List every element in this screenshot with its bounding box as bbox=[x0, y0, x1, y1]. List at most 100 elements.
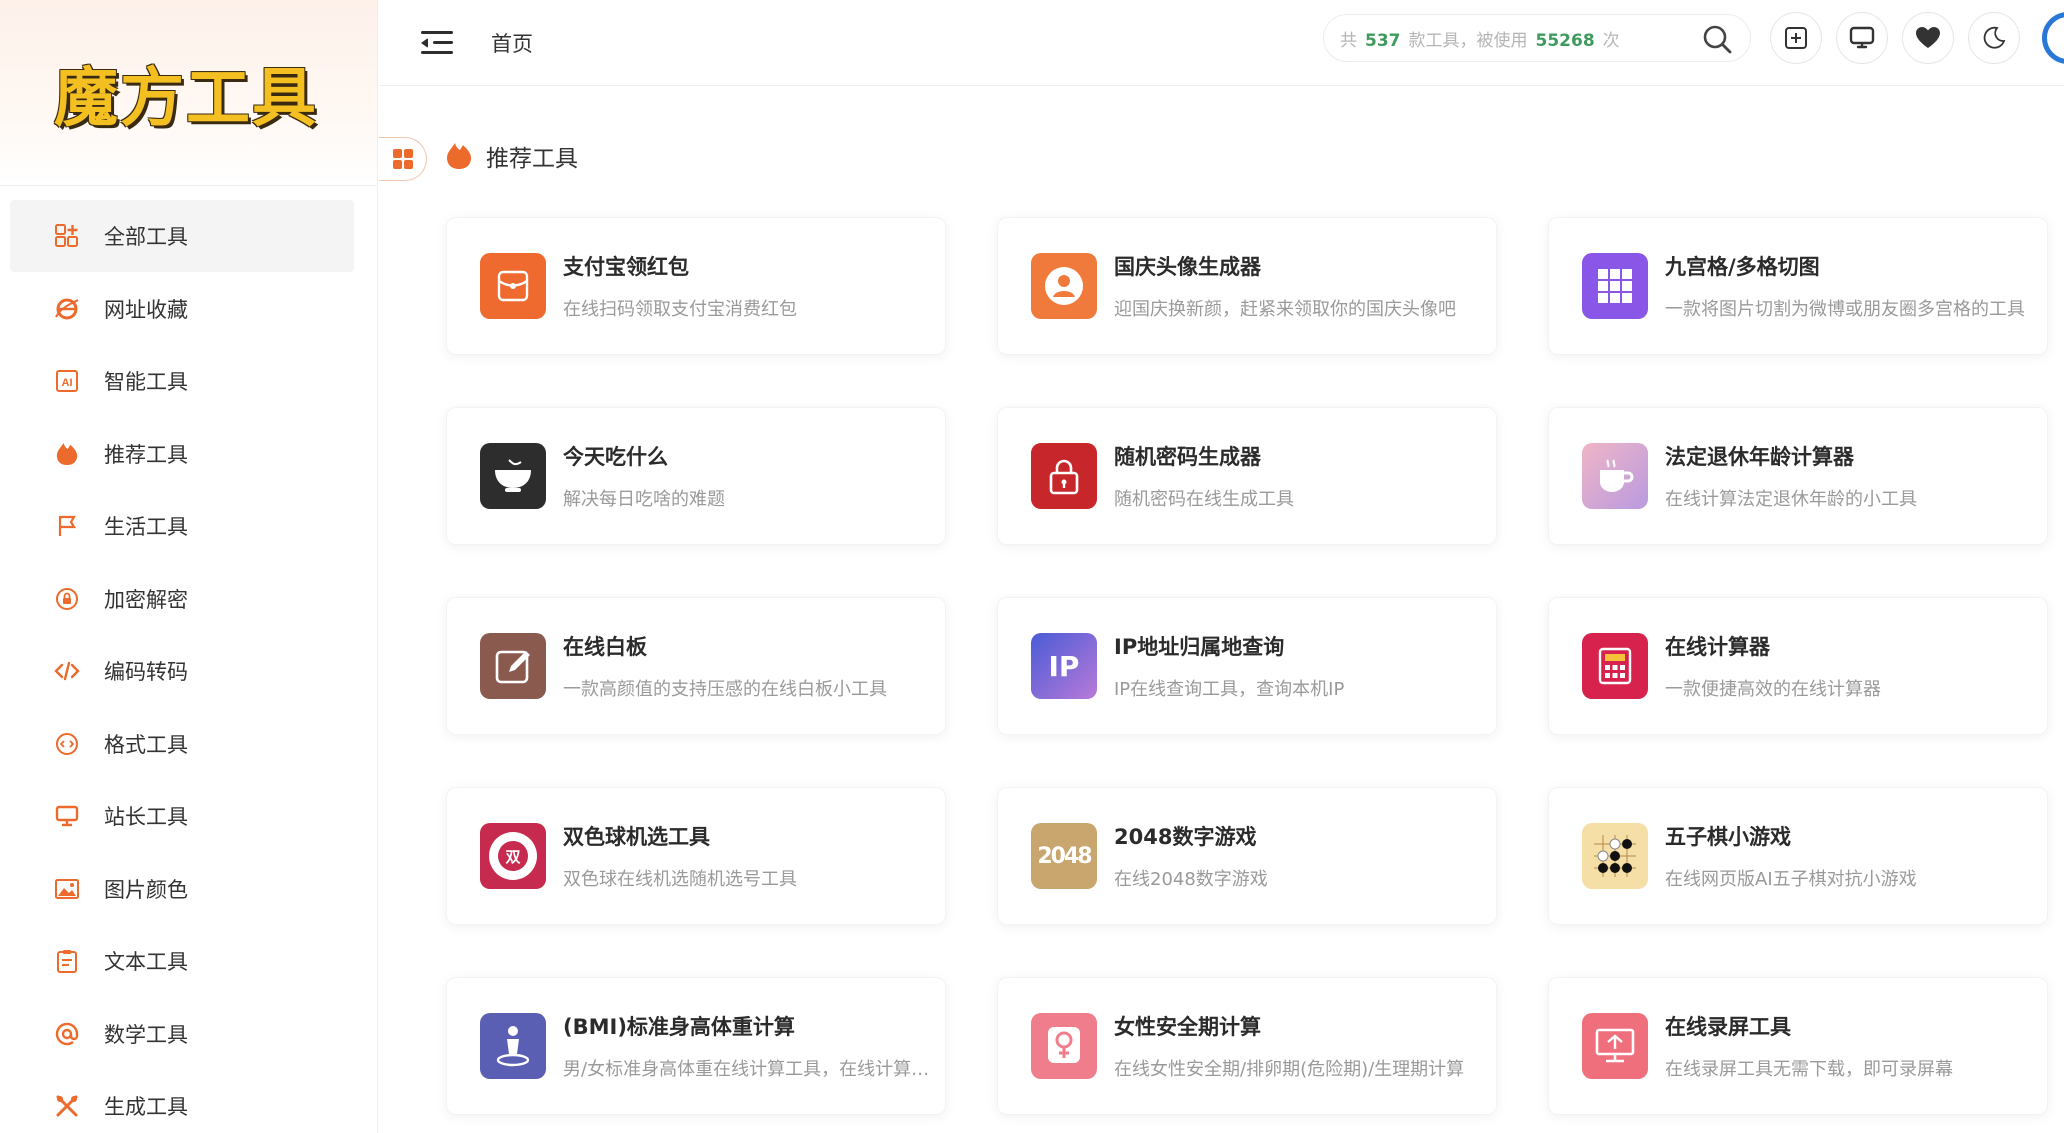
bowl-icon bbox=[480, 443, 546, 509]
card-text: 五子棋小游戏 在线网页版AI五子棋对抗小游戏 bbox=[1665, 821, 2035, 891]
sidebar-item-label: 生成工具 bbox=[104, 1095, 188, 1119]
sidebar-item-all[interactable]: 全部工具 bbox=[10, 200, 354, 272]
tool-card[interactable]: 在线计算器 一款便捷高效的在线计算器 bbox=[1548, 597, 2048, 735]
card-description: 在线女性安全期/排卵期(危险期)/生理期计算 bbox=[1114, 1059, 1465, 1080]
tool-card[interactable]: 国庆头像生成器迎国庆换新颜，赶紧来领取你的国庆头像吧 bbox=[997, 217, 1497, 355]
tool-card[interactable]: 女性安全期计算 在线女性安全期/排卵期(危险期)/生理期计算 bbox=[997, 977, 1497, 1115]
tool-card[interactable]: IP IP地址归属地查询 IP在线查询工具，查询本机IP bbox=[997, 597, 1497, 735]
card-description: 一款高颜值的支持压感的在线白板小工具 bbox=[563, 679, 887, 700]
tool-count: 537 bbox=[1365, 30, 1401, 51]
card-description: 迎国庆换新颜，赶紧来领取你的国庆头像吧 bbox=[1114, 299, 1456, 320]
search-middle: 款工具，被使用 bbox=[1408, 30, 1528, 51]
tool-card[interactable]: 九宫格/多格切图一款将图片切割为微博或朋友圈多宫格的工具 bbox=[1548, 217, 2048, 355]
card-text: 双色球机选工具双色球在线机选随机选号工具 bbox=[563, 821, 933, 891]
monitor-icon bbox=[54, 803, 80, 829]
sidebar-item-ai[interactable]: AI 智能工具 bbox=[10, 345, 354, 417]
desktop-button[interactable] bbox=[1836, 12, 1888, 64]
card-description: 解决每日吃啥的难题 bbox=[563, 489, 725, 510]
avatar-icon bbox=[1031, 253, 1097, 319]
search-icon[interactable] bbox=[1702, 24, 1732, 54]
sidebar-nav: 全部工具 网址收藏 AI 智能工具 推荐工具生活工具加密解密 编码转码格式工具站长工具图片… bbox=[10, 200, 354, 1133]
whiteboard-icon bbox=[480, 633, 546, 699]
grid-view-toggle[interactable] bbox=[379, 137, 427, 181]
sidebar-item-crypto[interactable]: 加密解密 bbox=[10, 563, 354, 635]
tool-card[interactable]: 在线录屏工具 在线录屏工具无需下载，即可录屏幕 bbox=[1548, 977, 2048, 1115]
image-icon bbox=[54, 876, 80, 902]
sidebar-item-generator[interactable]: 生成工具 bbox=[10, 1070, 354, 1133]
calculator-icon bbox=[1582, 633, 1648, 699]
card-title: 法定退休年龄计算器 bbox=[1665, 445, 1854, 469]
card-text: 2048数字游戏 在线2048数字游戏 bbox=[1114, 821, 1484, 891]
sidebar-item-label: 站长工具 bbox=[104, 805, 188, 829]
card-title: (BMI)标准身高体重计算 bbox=[563, 1015, 795, 1039]
breadcrumb-home[interactable]: 首页 bbox=[491, 28, 533, 58]
card-title: 双色球机选工具 bbox=[563, 825, 710, 849]
favorites-button[interactable] bbox=[1902, 12, 1954, 64]
tool-card[interactable]: 支付宝领红包 在线扫码领取支付宝消费红包 bbox=[446, 217, 946, 355]
lottery-icon: 双 bbox=[480, 823, 546, 889]
nine-grid-icon bbox=[1582, 253, 1648, 319]
card-title: 九宫格/多格切图 bbox=[1665, 255, 1820, 279]
sidebar-item-label: 格式工具 bbox=[104, 732, 188, 757]
at-icon bbox=[54, 1021, 80, 1047]
add-bookmark-button[interactable] bbox=[1770, 12, 1822, 64]
sidebar: 魔方工具 全部工具 网址收藏 AI 智能工具 推荐工具生活工具加密解密 编码转码格式工具站… bbox=[0, 0, 378, 1133]
sidebar-item-recommended[interactable]: 推荐工具 bbox=[10, 418, 354, 490]
card-title: 今天吃什么 bbox=[563, 445, 668, 469]
female-icon bbox=[1031, 1013, 1097, 1079]
sidebar-item-bookmarks[interactable]: 网址收藏 bbox=[10, 273, 354, 345]
sidebar-item-encoding[interactable]: 编码转码 bbox=[10, 635, 354, 707]
tool-card[interactable]: (BMI)标准身高体重计算 男/女标准身高体重在线计算工具，在线计算BMI bbox=[446, 977, 946, 1115]
use-count: 55268 bbox=[1535, 30, 1595, 51]
tool-card[interactable]: 法定退休年龄计算器在线计算法定退休年龄的小工具 bbox=[1548, 407, 2048, 545]
tool-card[interactable]: 双双色球机选工具双色球在线机选随机选号工具 bbox=[446, 787, 946, 925]
card-text: 九宫格/多格切图一款将图片切割为微博或朋友圈多宫格的工具 bbox=[1665, 251, 2035, 321]
flame-icon bbox=[447, 143, 471, 169]
card-text: 支付宝领红包 在线扫码领取支付宝消费红包 bbox=[563, 251, 933, 321]
plus-square-icon bbox=[1785, 27, 1807, 49]
sidebar-item-webmaster[interactable]: 站长工具 bbox=[10, 780, 354, 852]
card-description: 在线计算法定退休年龄的小工具 bbox=[1665, 489, 1917, 510]
card-description: 双色球在线机选随机选号工具 bbox=[563, 869, 797, 890]
sidebar-item-math[interactable]: 数学工具 bbox=[10, 998, 354, 1070]
top-header: 首页 共 537 款工具，被使用 55268 次 bbox=[379, 0, 2064, 86]
sidebar-item-image[interactable]: 图片颜色 bbox=[10, 853, 354, 925]
sidebar-item-format[interactable]: 格式工具 bbox=[10, 708, 354, 780]
section-header: 推荐工具 bbox=[446, 139, 578, 173]
tool-card[interactable]: 今天吃什么解决每日吃啥的难题 bbox=[446, 407, 946, 545]
logo[interactable]: 魔方工具 bbox=[54, 47, 318, 139]
moon-icon bbox=[1983, 26, 2006, 49]
tool-card[interactable]: 五子棋小游戏 在线网页版AI五子棋对抗小游戏 bbox=[1548, 787, 2048, 925]
ai-icon: AI bbox=[54, 368, 80, 394]
ip-icon: IP bbox=[1031, 633, 1097, 699]
game-2048-icon: 2048 bbox=[1031, 823, 1097, 889]
card-title: IP地址归属地查询 bbox=[1114, 635, 1285, 659]
tool-card[interactable]: 2048 2048数字游戏 在线2048数字游戏 bbox=[997, 787, 1497, 925]
menu-toggle-button[interactable] bbox=[421, 29, 453, 57]
sidebar-item-label: 生活工具 bbox=[104, 515, 188, 539]
monitor-icon bbox=[1849, 26, 1875, 49]
browser-icon bbox=[54, 296, 80, 322]
tool-card[interactable]: 在线白板一款高颜值的支持压感的在线白板小工具 bbox=[446, 597, 946, 735]
card-title: 国庆头像生成器 bbox=[1114, 255, 1261, 279]
sidebar-item-life[interactable]: 生活工具 bbox=[10, 490, 354, 562]
card-text: IP地址归属地查询 IP在线查询工具，查询本机IP bbox=[1114, 631, 1484, 701]
card-description: 在线录屏工具无需下载，即可录屏幕 bbox=[1665, 1059, 1953, 1080]
card-title: 五子棋小游戏 bbox=[1665, 825, 1791, 849]
dark-mode-button[interactable] bbox=[1968, 12, 2020, 64]
user-avatar[interactable] bbox=[2042, 12, 2064, 64]
search-suffix: 次 bbox=[1602, 30, 1620, 51]
card-description: 随机密码在线生成工具 bbox=[1114, 489, 1294, 510]
card-title: 在线白板 bbox=[563, 635, 647, 659]
card-text: 随机密码生成器 随机密码在线生成工具 bbox=[1114, 441, 1484, 511]
tools-icon bbox=[54, 1093, 80, 1119]
tool-card[interactable]: 随机密码生成器 随机密码在线生成工具 bbox=[997, 407, 1497, 545]
card-title: 在线计算器 bbox=[1665, 635, 1770, 659]
sidebar-item-text[interactable]: 文本工具 bbox=[10, 925, 354, 997]
screen-record-icon bbox=[1582, 1013, 1648, 1079]
coffee-cup-icon bbox=[1582, 443, 1648, 509]
clipboard-icon bbox=[54, 948, 80, 974]
flame-icon bbox=[54, 441, 80, 467]
search-box[interactable]: 共 537 款工具，被使用 55268 次 bbox=[1323, 14, 1751, 62]
card-description: 一款将图片切割为微博或朋友圈多宫格的工具 bbox=[1665, 299, 2025, 320]
